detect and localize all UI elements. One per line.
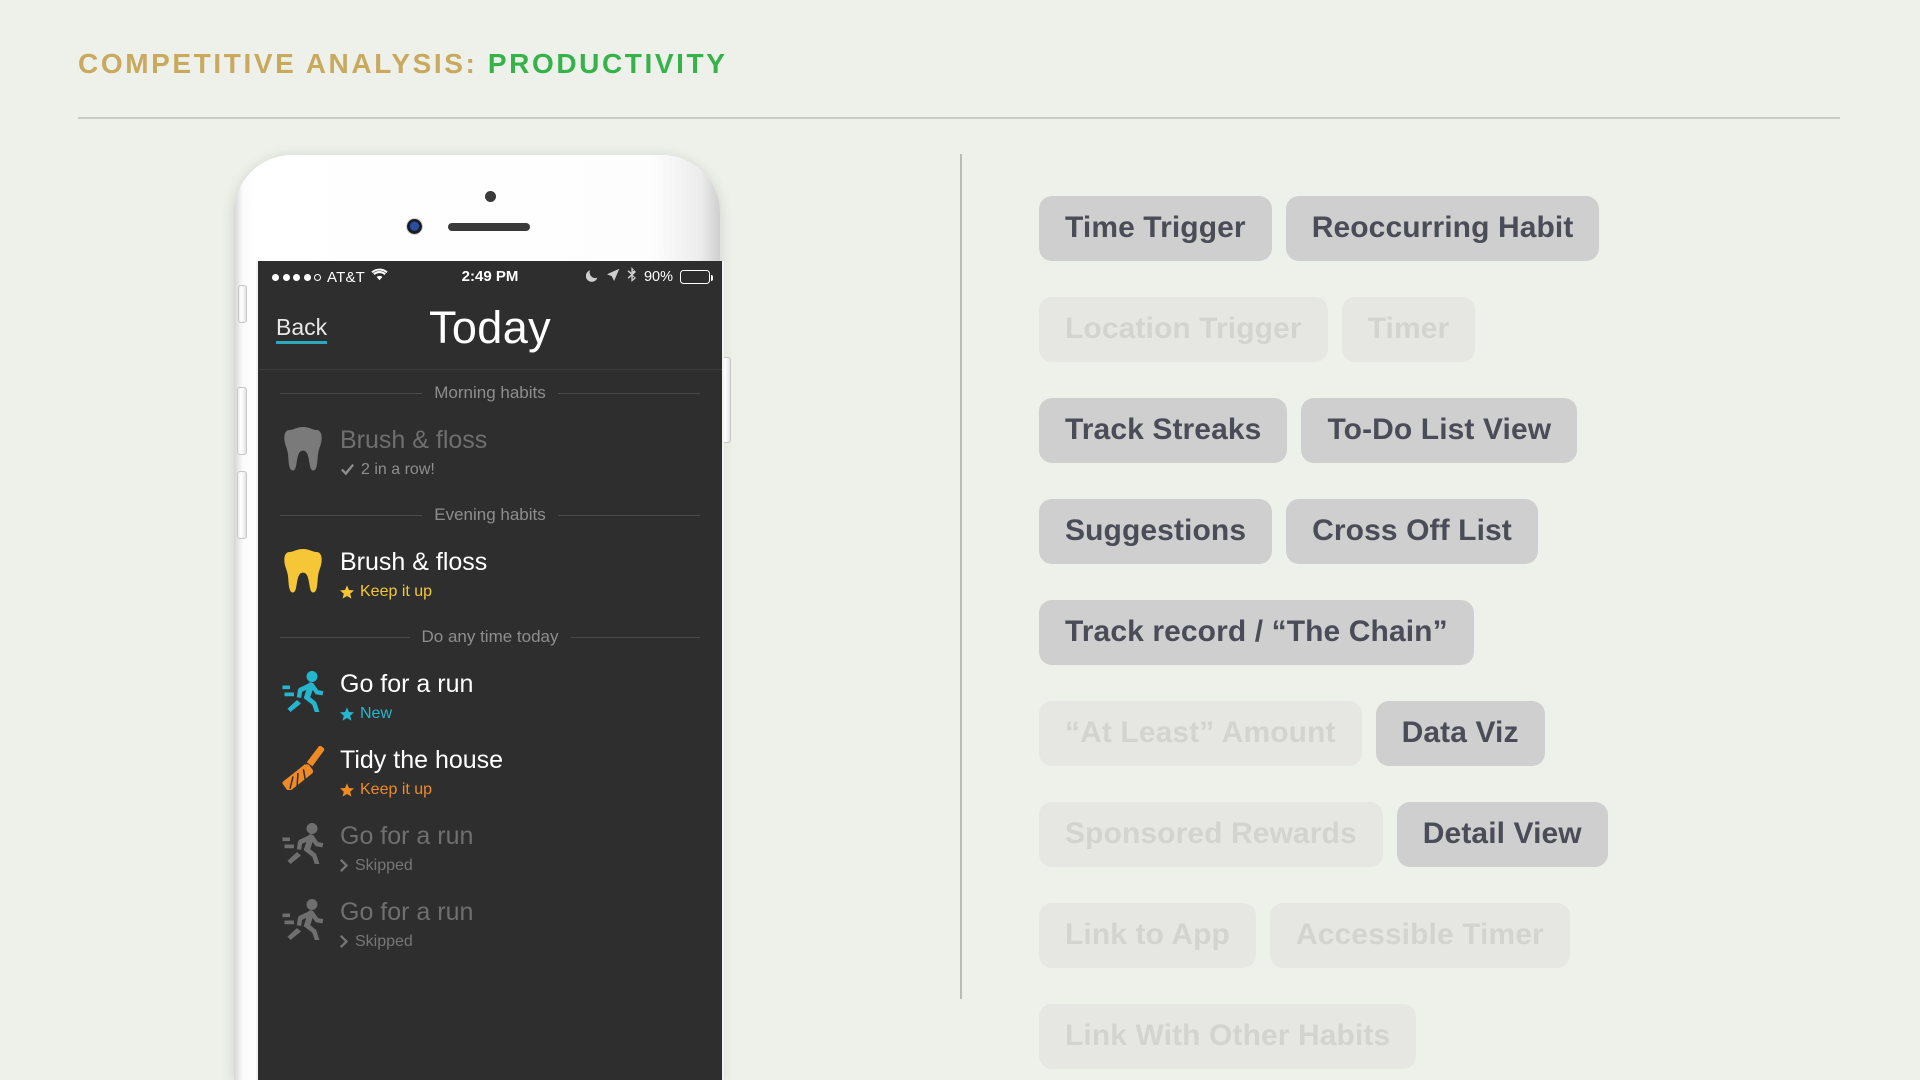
habit-row[interactable]: Go for a run Skipped (258, 812, 722, 888)
star-icon (340, 707, 354, 721)
feature-tag[interactable]: Suggestions (1039, 499, 1273, 564)
habit-text-block: Go for a run Skipped (340, 820, 473, 875)
phone-body: AT&T 2:49 PM 90% Back Today Morning habi… (234, 155, 731, 1080)
feature-tag[interactable]: Cross Off List (1286, 499, 1538, 564)
feature-tag[interactable]: Link With Other Habits (1039, 1004, 1417, 1069)
battery-percent-label: 90% (643, 269, 673, 285)
habit-row[interactable]: Brush & floss Keep it up (258, 538, 722, 614)
habit-title: Go for a run (340, 670, 474, 698)
tooth-icon (280, 424, 326, 477)
habit-status: Skipped (340, 857, 473, 875)
habit-section-header: Evening habits (258, 492, 722, 538)
section-label: Do any time today (421, 627, 559, 646)
runner-icon (280, 820, 326, 869)
habit-status-label: New (360, 704, 393, 722)
star-icon (340, 783, 354, 797)
feature-tag[interactable]: To-Do List View (1301, 398, 1578, 463)
habit-title: Go for a run (340, 898, 474, 926)
location-arrow-icon (606, 268, 620, 287)
feature-tag[interactable]: Location Trigger (1039, 297, 1328, 362)
habit-title: Brush & floss (340, 426, 488, 454)
section-rule-right (557, 392, 701, 394)
bluetooth-icon (627, 267, 637, 287)
feature-tag[interactable]: “At Least” Amount (1039, 701, 1362, 766)
feature-tag[interactable]: Accessible Timer (1269, 903, 1570, 968)
broom-icon (280, 744, 326, 795)
habit-text-block: Go for a run New (340, 668, 473, 723)
habit-row[interactable]: Tidy the house Keep it up (258, 736, 722, 812)
habit-section-header: Do any time today (258, 614, 722, 660)
habit-list[interactable]: Morning habits Brush & floss 2 in a row! Ev… (258, 370, 722, 964)
habit-text-block: Go for a run Skipped (340, 896, 473, 951)
volume-up-button[interactable] (237, 387, 247, 455)
feature-tag[interactable]: Link to App (1039, 903, 1256, 968)
habit-row[interactable]: Brush & floss 2 in a row! (258, 416, 722, 492)
habit-status-label: Keep it up (360, 582, 433, 600)
moon-icon (585, 268, 599, 287)
feature-tag-cloud: Time Trigger Reoccurring Habit Location Tr… (1039, 196, 1859, 1080)
habit-text-block: Brush & floss 2 in a row! (340, 424, 487, 479)
habit-title: Tidy the house (340, 746, 504, 774)
navigation-bar: Back Today (258, 294, 722, 370)
habit-status-label: Keep it up (360, 780, 433, 798)
feature-tag[interactable]: Reoccurring Habit (1285, 196, 1600, 261)
section-label: Evening habits (434, 505, 546, 524)
page-title-lead: COMPETITIVE ANALYSIS: (78, 48, 478, 79)
tooth-icon (280, 546, 326, 599)
habit-status: 2 in a row! (340, 461, 487, 479)
section-rule-right (570, 636, 701, 638)
status-bar-right: 90% (585, 267, 714, 287)
habit-text-block: Tidy the house Keep it up (340, 744, 503, 799)
chevron-right-icon (340, 859, 349, 873)
screen-title: Today (428, 302, 552, 353)
chevron-right-icon (340, 935, 349, 949)
section-rule-right (557, 514, 700, 516)
habit-title: Brush & floss (340, 548, 488, 576)
proximity-sensor-icon (485, 191, 496, 202)
habit-status: Skipped (340, 933, 473, 951)
front-camera-icon (406, 218, 423, 235)
slide-root: COMPETITIVE ANALYSIS: PRODUCTIVITY AT&T … (0, 0, 1920, 1080)
feature-tag[interactable]: Track Streaks (1039, 398, 1288, 463)
battery-icon (680, 270, 714, 284)
habit-status: Keep it up (340, 781, 503, 799)
phone-screen: AT&T 2:49 PM 90% Back Today Morning habi… (256, 261, 724, 1080)
feature-tag[interactable]: Timer (1341, 297, 1476, 362)
habit-title: Go for a run (340, 822, 474, 850)
earpiece-speaker-icon (448, 223, 530, 231)
habit-text-block: Brush & floss Keep it up (340, 546, 487, 601)
status-bar: AT&T 2:49 PM 90% (258, 261, 722, 294)
feature-tag[interactable]: Data Viz (1375, 701, 1545, 766)
feature-tag[interactable]: Time Trigger (1039, 196, 1272, 261)
habit-row[interactable]: Go for a run Skipped (258, 888, 722, 964)
page-title-accent: PRODUCTIVITY (487, 48, 728, 79)
page-title: COMPETITIVE ANALYSIS: PRODUCTIVITY (78, 48, 728, 80)
habit-row[interactable]: Go for a run New (258, 660, 722, 736)
habit-status-label: Skipped (355, 932, 413, 950)
feature-tag[interactable]: Detail View (1396, 802, 1608, 867)
section-rule-left (280, 392, 423, 394)
habit-status: New (340, 705, 473, 723)
star-icon (340, 585, 354, 599)
panel-divider-rule (960, 154, 962, 999)
feature-tag[interactable]: Sponsored Rewards (1039, 802, 1383, 867)
section-rule-left (280, 636, 410, 638)
habit-status-label: 2 in a row! (361, 460, 435, 478)
section-label: Morning habits (434, 383, 546, 402)
feature-tag[interactable]: Track record / “The Chain” (1039, 600, 1474, 665)
mute-switch-button[interactable] (238, 285, 247, 323)
phone-mockup: AT&T 2:49 PM 90% Back Today Morning habi… (222, 155, 732, 1080)
section-rule-left (280, 514, 423, 516)
habit-section-header: Morning habits (258, 370, 722, 416)
runner-icon (280, 896, 326, 945)
volume-down-button[interactable] (237, 471, 247, 539)
header-divider-rule (78, 117, 1840, 119)
habit-status-label: Skipped (355, 856, 413, 874)
runner-icon (280, 668, 326, 717)
habit-status: Keep it up (340, 583, 487, 601)
check-icon (340, 463, 355, 477)
